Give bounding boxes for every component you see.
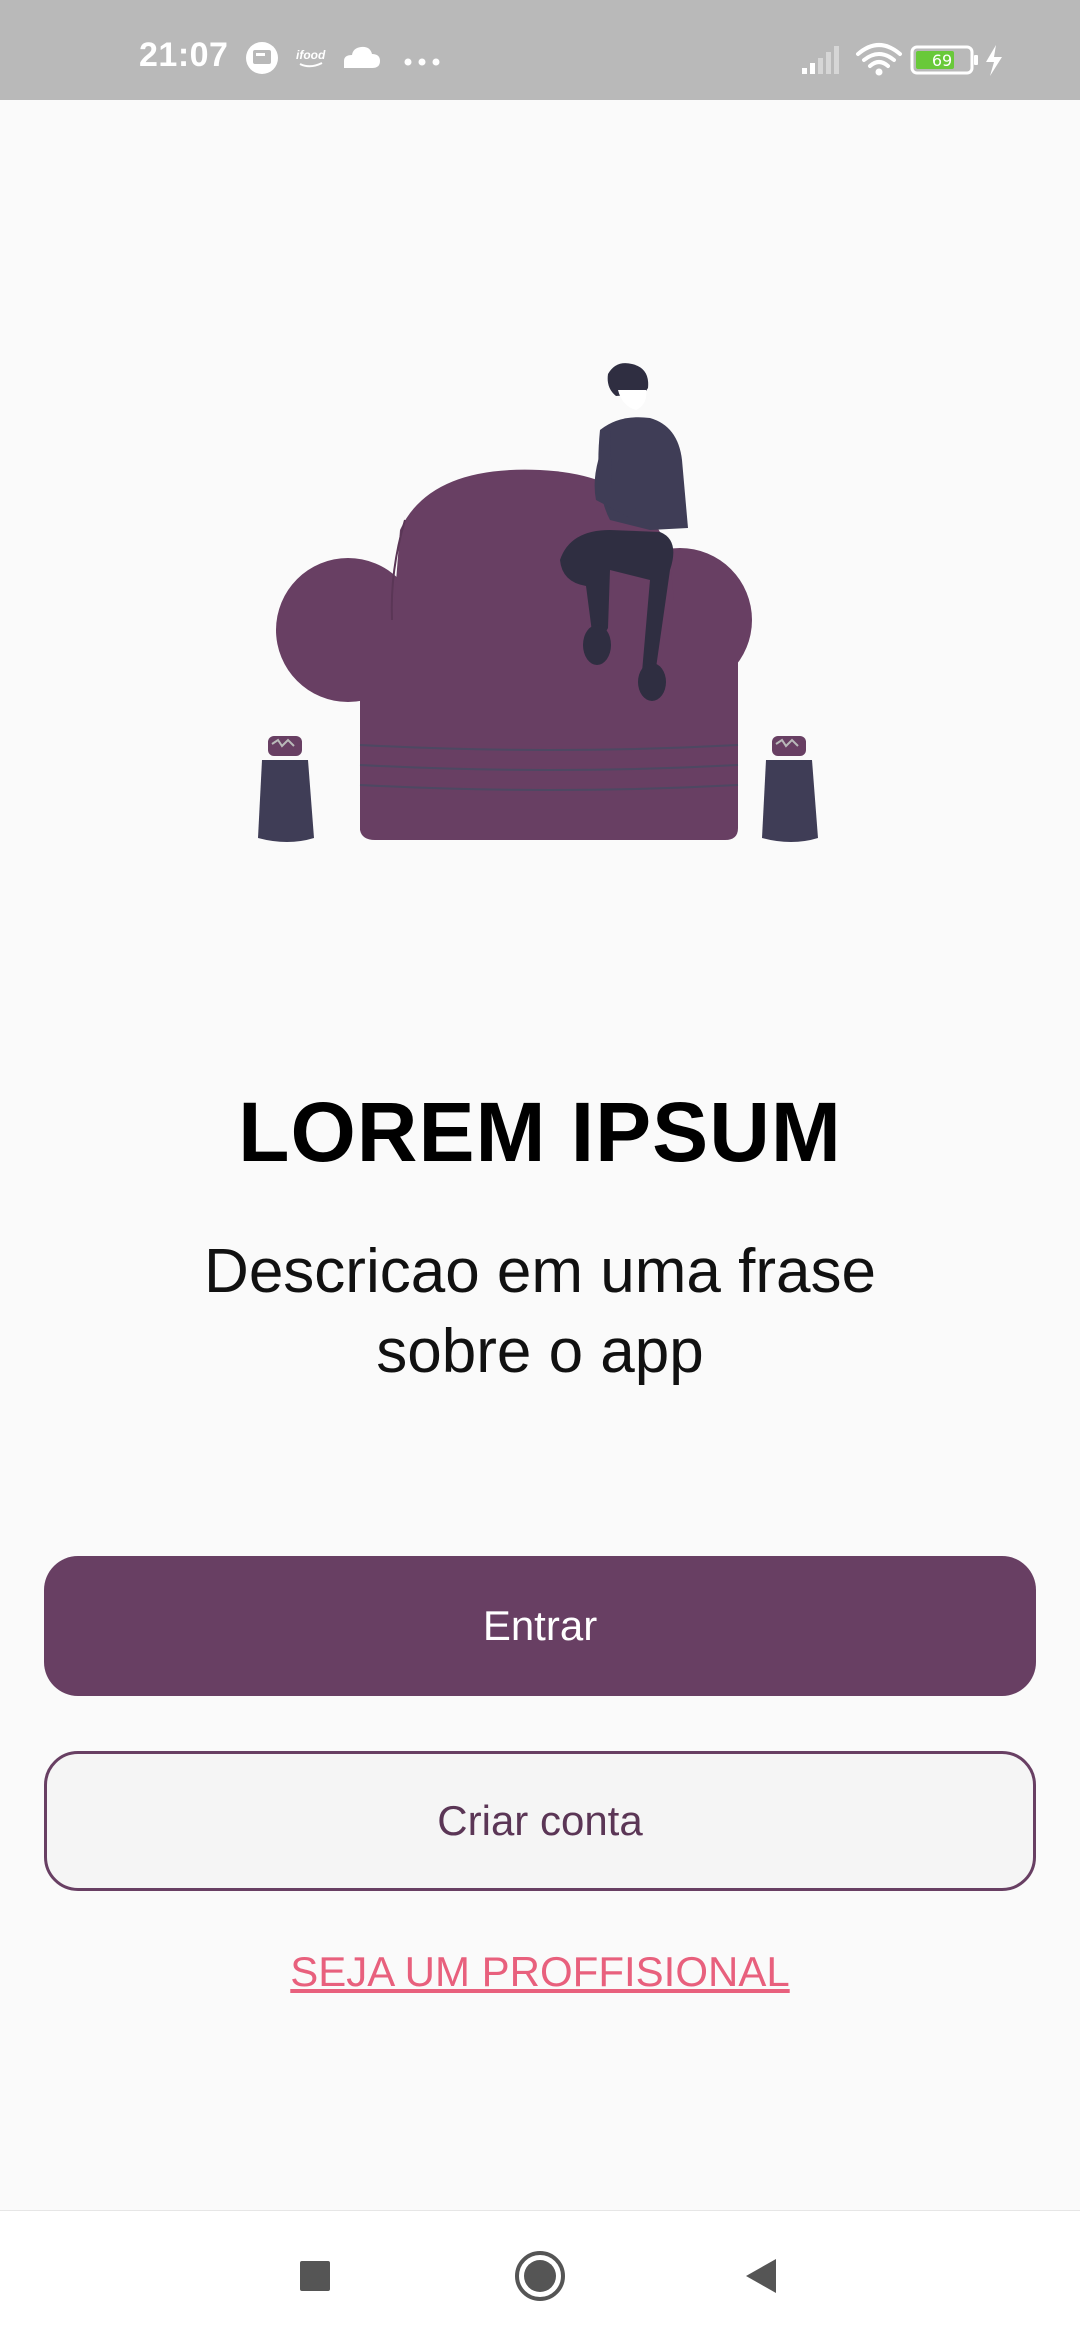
become-professional-link[interactable]: SEJA UM PROFFISIONAL	[0, 1948, 1080, 1996]
status-bar: 21:07 ifood 69	[0, 0, 1080, 100]
battery-icon: 69	[910, 45, 978, 75]
charging-icon	[986, 45, 1002, 76]
more-dots-icon	[404, 58, 440, 66]
cloud-icon	[344, 46, 380, 68]
description-line-2: sobre o app	[376, 1317, 704, 1386]
app-screen: 21:07 ifood 69 LOREM IPSUM Descricao em …	[0, 0, 1080, 2340]
status-left-icons: ifood	[246, 42, 440, 74]
status-time: 21:07	[139, 36, 229, 74]
right-lamp-icon	[762, 736, 818, 842]
svg-text:69: 69	[932, 51, 952, 70]
left-lamp-icon	[258, 736, 314, 842]
app-description: Descricao em uma frase sobre o app	[140, 1232, 940, 1392]
app-title: LOREM IPSUM	[238, 1085, 842, 1179]
back-icon	[746, 2259, 776, 2293]
svg-text:ifood: ifood	[296, 48, 326, 62]
notification-app-icon	[246, 42, 278, 74]
create-account-button-label: Criar conta	[437, 1797, 643, 1844]
home-button[interactable]	[505, 2241, 575, 2311]
signal-icon	[802, 46, 839, 74]
wifi-icon	[856, 43, 902, 76]
navigation-bar	[0, 2210, 1080, 2340]
hero-illustration	[258, 363, 818, 842]
login-button-label: Entrar	[482, 1602, 598, 1649]
recents-icon	[300, 2261, 330, 2291]
login-button[interactable]: Entrar	[44, 1556, 1036, 1696]
recents-button[interactable]	[280, 2241, 350, 2311]
back-button[interactable]	[725, 2241, 795, 2311]
status-right-icons: 69	[802, 43, 1002, 76]
create-account-button[interactable]: Criar conta	[44, 1751, 1036, 1891]
home-icon	[515, 2251, 565, 2301]
ifood-icon: ifood	[296, 48, 326, 68]
description-line-1: Descricao em uma frase	[204, 1237, 876, 1306]
